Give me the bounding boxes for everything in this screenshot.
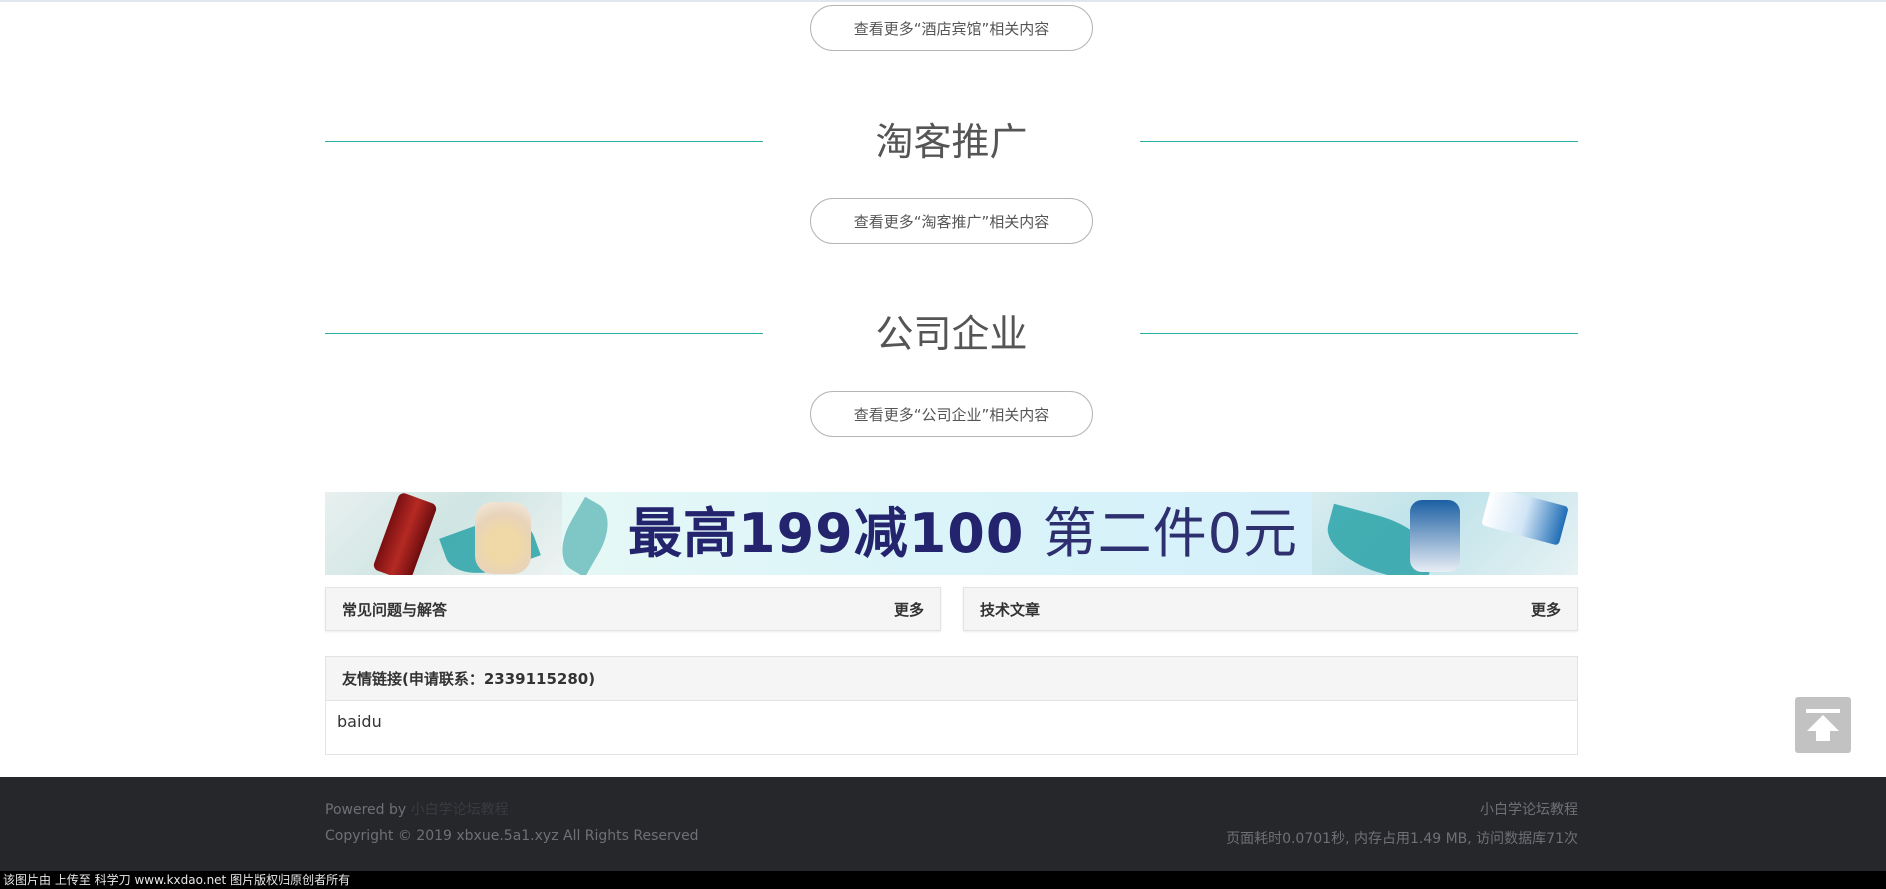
faq-panel: 常见问题与解答 更多 (325, 587, 941, 631)
watermark-bar: 该图片由 上传至 科学刀 www.kxdao.net 图片版权归原创者所有 (0, 871, 1886, 889)
tech-panel: 技术文章 更多 (963, 587, 1578, 631)
powered-by: Powered by 小白学论坛教程 (325, 799, 509, 819)
tech-panel-title: 技术文章 (980, 601, 1041, 619)
promo-banner[interactable]: 最高199减100 第二件0元 (325, 492, 1578, 575)
arrow-up-to-line-icon (1806, 709, 1840, 741)
powered-by-link[interactable]: 小白学论坛教程 (411, 802, 509, 818)
copyright-text: Copyright © 2019 xbxue.5a1.xyz All Right… (325, 828, 699, 844)
tech-more-link[interactable]: 更多 (1531, 588, 1561, 632)
section-heading: 公司企业 (875, 312, 1028, 356)
friend-links-title: 友情链接(申请联系：2339115280) (326, 657, 1577, 701)
top-divider (0, 0, 1886, 2)
more-hotels-button[interactable]: 查看更多“酒店宾馆”相关内容 (810, 5, 1093, 51)
promo-light-text: 第二件0元 (1042, 502, 1298, 565)
head-shoulders-bottle-image (1410, 500, 1460, 572)
faq-panel-title: 常见问题与解答 (342, 601, 448, 619)
section-title-company: 公司企业 (325, 304, 1578, 364)
more-company-button[interactable]: 查看更多“公司企业”相关内容 (810, 391, 1093, 437)
footer-site-name[interactable]: 小白学论坛教程 (1480, 799, 1578, 819)
friend-link-item[interactable]: baidu (337, 712, 382, 731)
back-to-top-button[interactable] (1795, 697, 1851, 753)
section-title-taoke: 淘客推广 (325, 112, 1578, 172)
lotion-bottle-image (475, 502, 531, 574)
promo-bold-text: 最高199减100 (628, 502, 1025, 565)
faq-more-link[interactable]: 更多 (894, 588, 924, 632)
promo-text: 最高199减100 第二件0元 (628, 492, 1298, 575)
more-taoke-button[interactable]: 查看更多“淘客推广”相关内容 (810, 198, 1093, 244)
section-heading: 淘客推广 (875, 120, 1028, 164)
site-footer: Powered by 小白学论坛教程 Copyright © 2019 xbxu… (0, 777, 1886, 871)
footer-stats: 页面耗时0.0701秒, 内存占用1.49 MB, 访问数据库71次 (1226, 831, 1578, 847)
friend-links-list: baidu (326, 701, 1577, 743)
title-line-right (1140, 141, 1578, 142)
friend-links-box: 友情链接(申请联系：2339115280) baidu (325, 656, 1578, 755)
title-line-right (1140, 333, 1578, 334)
powered-by-prefix: Powered by (325, 802, 407, 818)
